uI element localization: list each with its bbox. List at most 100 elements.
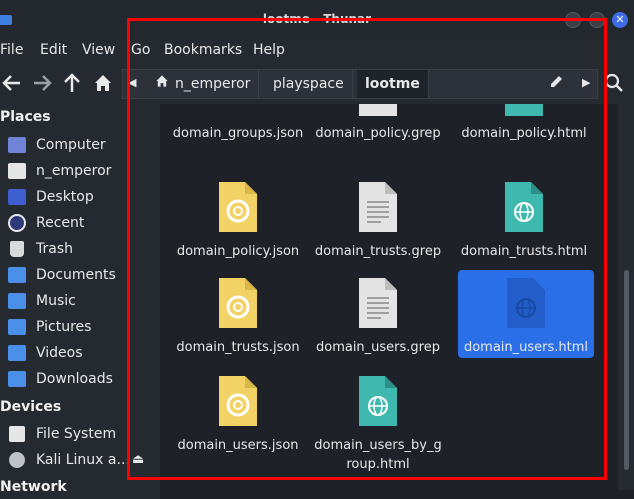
search-icon[interactable]: [604, 73, 624, 96]
places-header: Places: [0, 109, 51, 125]
sidebar-item-videos[interactable]: Videos: [8, 341, 156, 365]
text-file-icon: [357, 104, 399, 118]
text-file-icon: [357, 180, 399, 234]
disc-icon: [9, 452, 25, 468]
menu-file[interactable]: File: [0, 42, 23, 58]
menu-view[interactable]: View: [82, 42, 115, 58]
file-name: domain_users.json: [177, 438, 299, 453]
sidebar-item-file-system[interactable]: File System: [8, 422, 156, 446]
sidebar-item-recent[interactable]: Recent: [8, 211, 156, 235]
recent-icon: [8, 214, 26, 232]
file-item[interactable]: domain_users_by_g roup.html: [310, 370, 446, 480]
sidebar: Places Computer n_emperor Desktop Recent…: [0, 104, 160, 499]
computer-icon: [8, 137, 26, 153]
edit-path-icon[interactable]: [548, 74, 564, 94]
sidebar-item-home[interactable]: n_emperor: [8, 159, 156, 183]
menu-bar: File Edit View Go Bookmarks Help: [0, 40, 634, 62]
file-name: domain_users_by_g roup.html: [314, 438, 442, 472]
sidebar-item-label: Music: [36, 293, 76, 309]
devices-header: Devices: [0, 399, 62, 415]
crumb-label: playspace: [273, 76, 344, 92]
sidebar-item-pictures[interactable]: Pictures: [8, 315, 156, 339]
sidebar-item-label: Trash: [36, 241, 73, 257]
videos-folder-icon: [8, 345, 26, 361]
file-item[interactable]: domain_trusts.grep: [310, 176, 446, 262]
file-name: domain_users.html: [463, 340, 589, 355]
home-crumb-icon: [155, 70, 169, 98]
trash-icon: [10, 241, 24, 257]
file-item[interactable]: domain_policy.json: [170, 176, 306, 262]
sidebar-item-label: Videos: [36, 345, 83, 361]
text-file-icon: [357, 276, 399, 330]
sidebar-item-label: Computer: [36, 137, 106, 153]
json-file-icon: [217, 276, 259, 330]
sidebar-item-label: Kali Linux a...: [36, 452, 130, 468]
menu-help[interactable]: Help: [253, 42, 285, 58]
file-item-selected[interactable]: domain_users.html: [458, 270, 594, 358]
scroll-left-icon[interactable]: ◀: [128, 76, 136, 89]
menu-go[interactable]: Go: [131, 42, 150, 58]
minimize-button[interactable]: [565, 12, 581, 28]
menu-edit[interactable]: Edit: [40, 42, 67, 58]
music-folder-icon: [8, 293, 26, 309]
file-item[interactable]: domain_policy.html: [456, 104, 592, 148]
json-file-icon: [217, 374, 259, 428]
file-view: domain_groups.json domain_policy.grep do…: [160, 104, 618, 499]
file-item[interactable]: domain_trusts.html: [456, 176, 592, 262]
sidebar-item-desktop[interactable]: Desktop: [8, 185, 156, 209]
sidebar-item-label: Desktop: [36, 189, 94, 205]
sidebar-item-label: Downloads: [36, 371, 113, 387]
sidebar-item-label: Pictures: [36, 319, 92, 335]
close-button[interactable]: ✕: [612, 12, 628, 28]
network-header: Network: [0, 479, 67, 495]
file-item[interactable]: domain_trusts.json: [170, 272, 306, 358]
html-file-icon: [505, 276, 547, 330]
eject-icon[interactable]: ⏏: [132, 448, 144, 472]
window-title: lootme - Thunar: [262, 12, 372, 26]
sidebar-item-downloads[interactable]: Downloads: [8, 367, 156, 391]
sidebar-item-label: Recent: [36, 215, 85, 231]
html-file-icon: [503, 180, 545, 234]
file-item[interactable]: domain_policy.grep: [310, 104, 446, 148]
crumb-playspace[interactable]: playspace: [265, 70, 353, 98]
up-arrow-icon[interactable]: [63, 73, 81, 96]
status-bar: [160, 490, 634, 499]
file-name: domain_trusts.grep: [314, 244, 442, 259]
downloads-folder-icon: [8, 371, 26, 387]
sidebar-item-label: File System: [36, 426, 117, 442]
menu-bookmarks[interactable]: Bookmarks: [164, 42, 242, 58]
file-name: domain_policy.grep: [315, 126, 441, 141]
file-item[interactable]: domain_groups.json: [170, 104, 306, 148]
pictures-folder-icon: [8, 319, 26, 335]
file-name: domain_policy.json: [176, 244, 300, 259]
sidebar-item-computer[interactable]: Computer: [8, 133, 156, 157]
scrollbar[interactable]: [624, 270, 629, 470]
file-name: domain_users.grep: [315, 340, 440, 355]
path-bar: ◀ n_emperor playspace lootme ▶: [122, 69, 598, 99]
html-file-icon: [503, 104, 545, 118]
file-item[interactable]: domain_users.grep: [310, 272, 446, 358]
sidebar-item-label: Documents: [36, 267, 116, 283]
home-folder-icon: [8, 163, 26, 179]
crumb-lootme[interactable]: lootme: [357, 70, 429, 98]
crumb-label: n_emperor: [175, 76, 251, 92]
html-file-icon: [357, 374, 399, 428]
home-icon[interactable]: [93, 73, 113, 96]
crumb-home[interactable]: n_emperor: [145, 70, 260, 98]
forward-arrow-icon[interactable]: [32, 74, 52, 95]
sidebar-item-trash[interactable]: Trash: [8, 237, 156, 261]
maximize-button[interactable]: [589, 12, 605, 28]
documents-folder-icon: [8, 267, 26, 283]
sidebar-item-label: n_emperor: [36, 163, 112, 179]
title-bar: lootme - Thunar ✕: [0, 0, 634, 40]
sidebar-item-music[interactable]: Music: [8, 289, 156, 313]
json-file-icon: [217, 180, 259, 234]
scroll-right-icon[interactable]: ▶: [582, 76, 590, 89]
file-name: domain_groups.json: [172, 126, 304, 141]
back-arrow-icon[interactable]: [2, 74, 22, 95]
file-item[interactable]: domain_users.json: [170, 370, 306, 470]
sidebar-item-kali-disc[interactable]: Kali Linux a... ⏏: [8, 448, 156, 472]
sidebar-item-documents[interactable]: Documents: [8, 263, 156, 287]
file-name: domain_trusts.json: [176, 340, 300, 355]
file-name: domain_policy.html: [461, 126, 587, 141]
